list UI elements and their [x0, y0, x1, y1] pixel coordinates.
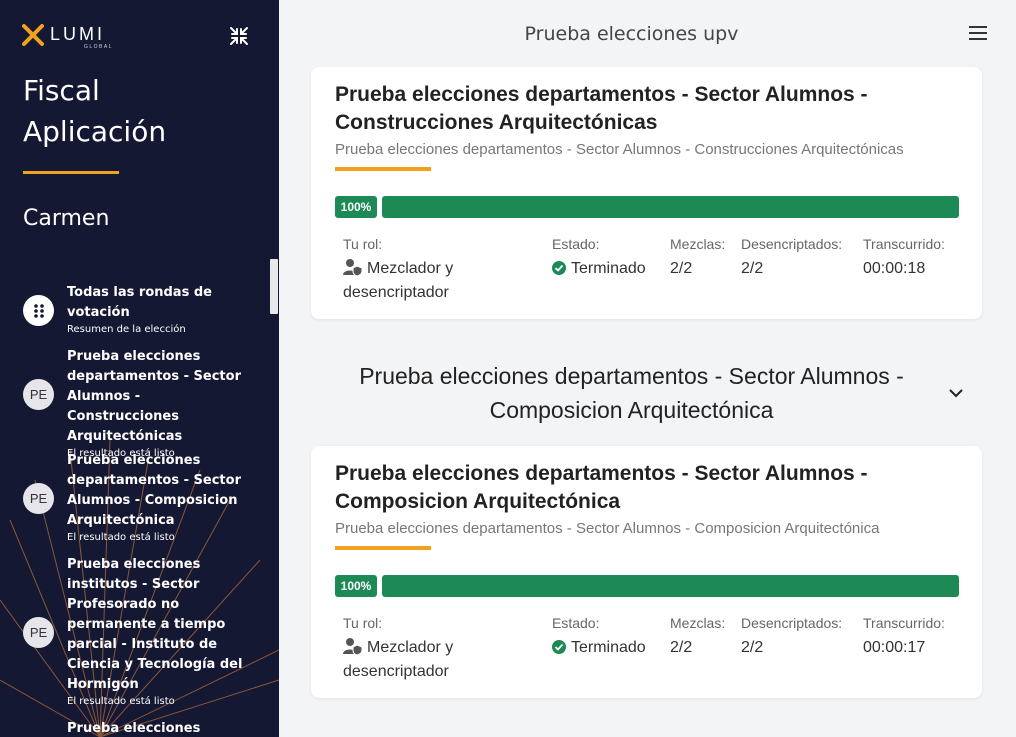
round-badge: PE: [23, 617, 54, 648]
round-badge: PE: [23, 379, 54, 410]
main-content: Prueba elecciones upv Prueba elecciones …: [279, 0, 1016, 737]
card-accent-line: [335, 546, 431, 550]
sidebar-title-line1: Fiscal: [23, 74, 100, 107]
sidebar-item-all-rounds[interactable]: Todas las rondas de votación Resumen de …: [23, 283, 263, 338]
logo-subtitle: GLOBAL: [84, 44, 114, 50]
sidebar-item-title: Prueba elecciones institutos - Sector Pr…: [67, 557, 243, 692]
stat-status-value: Terminado: [571, 260, 646, 277]
stat-mixes-value: 2/2: [670, 639, 693, 656]
section-title[interactable]: Prueba elecciones departamentos - Sector…: [319, 359, 944, 427]
card-title: Prueba elecciones departamentos - Sector…: [335, 462, 868, 513]
stat-label: Transcurrido:: [863, 615, 945, 631]
lumi-x-icon: [22, 24, 44, 46]
stat-status-value: Terminado: [571, 639, 646, 656]
sidebar-item-subtitle: El resultado está listo: [67, 532, 175, 543]
round-card: Prueba elecciones departamentos - Sector…: [311, 446, 982, 698]
stat-label: Transcurrido:: [863, 236, 945, 252]
stat-mixes-value: 2/2: [670, 260, 693, 277]
stat-role: Tu rol: Mezclador y desencriptador: [343, 614, 523, 684]
stat-label: Mezclas:: [670, 236, 726, 252]
card-title: Prueba elecciones departamentos - Sector…: [335, 83, 868, 134]
stat-label: Desencriptados:: [741, 236, 843, 252]
progress-label: 100%: [335, 575, 377, 597]
stat-label: Estado:: [552, 615, 600, 631]
progress-fill: [382, 575, 959, 597]
stat-decrypted-value: 2/2: [741, 639, 764, 656]
card-subtitle: Prueba elecciones departamentos - Sector…: [335, 141, 904, 158]
sidebar-item-construcciones[interactable]: PE Prueba elecciones departamentos - Sec…: [23, 347, 263, 459]
stat-label: Estado:: [552, 236, 600, 252]
sidebar: LUMI GLOBAL Fiscal Aplicación Carmen Tod…: [0, 0, 279, 737]
progress-bar: 100%: [335, 575, 959, 597]
round-badge: PE: [23, 483, 54, 514]
sidebar-item-title: Todas las rondas de votación: [67, 285, 212, 320]
stat-mixes: Mezclas: 2/2: [670, 614, 725, 660]
logo-word: LUMI: [50, 24, 106, 44]
stat-label: Tu rol:: [343, 236, 383, 252]
card-subtitle: Prueba elecciones departamentos - Sector…: [335, 520, 880, 537]
stat-elapsed-value: 00:00:17: [863, 639, 926, 656]
sidebar-item-subtitle: Resumen de la elección: [67, 324, 186, 335]
stat-elapsed: Transcurrido: 00:00:18: [863, 235, 945, 281]
progress-bar: 100%: [335, 196, 959, 218]
stat-decrypted: Desencriptados: 2/2: [741, 614, 842, 660]
stat-label: Desencriptados:: [741, 615, 843, 631]
sidebar-item-institutos[interactable]: PE Prueba elecciones institutos - Sector…: [23, 555, 263, 710]
check-circle-icon: [552, 640, 566, 654]
sidebar-item-title: Prueba elecciones: [67, 721, 201, 736]
user-shield-icon: [343, 638, 363, 655]
sidebar-item-title: Prueba elecciones departamentos - Sector…: [67, 349, 241, 444]
sidebar-title: Fiscal Aplicación: [23, 70, 166, 152]
sidebar-item-subtitle: El resultado está listo: [67, 696, 175, 707]
collapse-arrows-icon[interactable]: [228, 25, 250, 47]
progress-label: 100%: [335, 196, 377, 218]
lumi-logo: LUMI GLOBAL: [22, 24, 112, 50]
sidebar-item-composicion[interactable]: PE Prueba elecciones departamentos - Sec…: [23, 451, 263, 546]
grid-icon-badge: [23, 295, 54, 326]
card-accent-line: [335, 167, 431, 171]
progress-track: [382, 196, 959, 218]
sidebar-title-line2: Aplicación: [23, 115, 167, 148]
page-title: Prueba elecciones upv: [524, 23, 739, 45]
sidebar-accent-line: [23, 171, 119, 174]
sidebar-scrollbar[interactable]: [270, 259, 278, 314]
check-circle-icon: [552, 261, 566, 275]
user-shield-icon: [343, 259, 363, 276]
stat-status: Estado: Terminado: [552, 614, 646, 660]
grid-icon: [33, 303, 44, 318]
progress-fill: [382, 196, 959, 218]
sidebar-item-next[interactable]: Prueba elecciones: [23, 719, 263, 737]
stat-label: Tu rol:: [343, 615, 383, 631]
stat-mixes: Mezclas: 2/2: [670, 235, 725, 281]
stat-decrypted: Desencriptados: 2/2: [741, 235, 842, 281]
round-card: Prueba elecciones departamentos - Sector…: [311, 67, 982, 319]
stat-status: Estado: Terminado: [552, 235, 646, 281]
stat-role: Tu rol: Mezclador y desencriptador: [343, 235, 523, 305]
chevron-down-icon[interactable]: [947, 386, 965, 400]
sidebar-item-title: Prueba elecciones departamentos - Sector…: [67, 453, 241, 528]
stat-decrypted-value: 2/2: [741, 260, 764, 277]
stat-label: Mezclas:: [670, 615, 726, 631]
sidebar-user-name: Carmen: [23, 206, 110, 231]
stat-elapsed: Transcurrido: 00:00:17: [863, 614, 945, 660]
stat-elapsed-value: 00:00:18: [863, 260, 926, 277]
progress-track: [382, 575, 959, 597]
hamburger-menu-icon[interactable]: [969, 26, 987, 42]
